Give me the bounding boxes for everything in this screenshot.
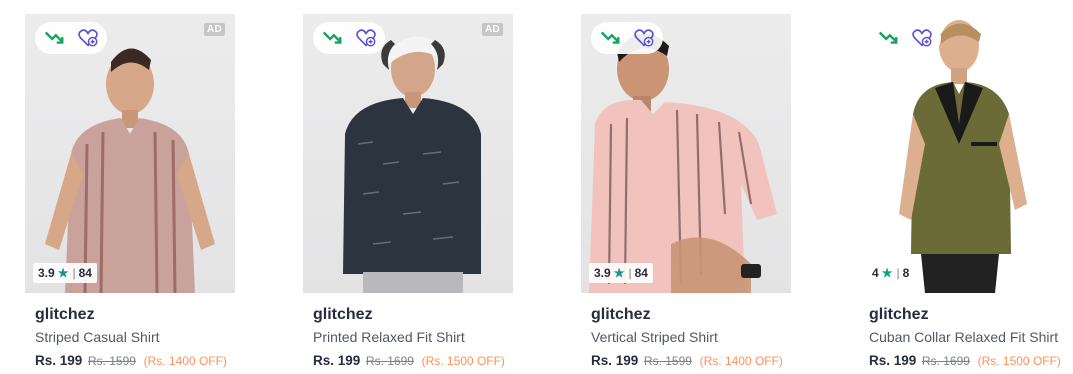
product-name: Vertical Striped Shirt	[591, 329, 718, 345]
product-brand: glitchez	[869, 306, 929, 323]
trending-down-icon	[600, 31, 620, 44]
product-card[interactable]: AD 3.9 ★ | 84 glitchez Striped Casual Sh…	[25, 14, 235, 368]
rating-separator: |	[896, 266, 900, 280]
product-brand: glitchez	[35, 306, 95, 323]
discount: (Rs. 1400 OFF)	[143, 354, 227, 368]
heart-plus-icon	[912, 29, 932, 47]
product-price: Rs. 199 Rs. 1699 (Rs. 1500 OFF)	[869, 353, 1069, 368]
rating-count: 84	[78, 266, 92, 280]
product-image[interactable]: 4 ★ | 8	[859, 14, 1069, 293]
heart-plus-icon	[356, 29, 376, 47]
wishlist-button[interactable]	[905, 22, 939, 54]
discount: (Rs. 1500 OFF)	[421, 354, 505, 368]
heart-plus-icon	[634, 29, 654, 47]
product-name: Cuban Collar Relaxed Fit Shirt	[869, 329, 1059, 345]
price-drop-button[interactable]	[593, 22, 627, 54]
price-drop-button[interactable]	[315, 22, 349, 54]
product-card[interactable]: 4 ★ | 8 glitchez Cuban Collar Relaxed Fi…	[859, 14, 1069, 368]
product-price: Rs. 199 Rs. 1699 (Rs. 1500 OFF)	[313, 353, 513, 368]
heart-plus-icon	[78, 29, 98, 47]
product-image[interactable]: 3.9 ★ | 84	[581, 14, 791, 293]
selling-price: Rs. 199	[591, 353, 639, 368]
wishlist-button[interactable]	[627, 22, 661, 54]
product-image[interactable]: AD 3.9 ★ | 84	[25, 14, 235, 293]
original-price: Rs. 1599	[87, 354, 136, 368]
rating-value: 4	[872, 266, 879, 280]
rating-badge: 3.9 ★ | 84	[33, 263, 97, 283]
star-icon: ★	[881, 266, 893, 280]
original-price: Rs. 1599	[643, 354, 692, 368]
star-icon: ★	[57, 266, 69, 280]
original-price: Rs. 1699	[365, 354, 414, 368]
quick-actions	[869, 22, 941, 54]
trending-down-icon	[44, 31, 64, 44]
selling-price: Rs. 199	[869, 353, 917, 368]
star-icon: ★	[613, 266, 625, 280]
trending-down-icon	[878, 31, 898, 44]
rating-value: 3.9	[594, 266, 611, 280]
product-name: Striped Casual Shirt	[35, 329, 160, 345]
product-price: Rs. 199 Rs. 1599 (Rs. 1400 OFF)	[35, 353, 235, 368]
discount: (Rs. 1400 OFF)	[699, 354, 783, 368]
rating-count: 8	[902, 266, 910, 280]
product-brand: glitchez	[313, 306, 373, 323]
product-photo	[343, 36, 481, 293]
rating-badge: 3.9 ★ | 84	[589, 263, 653, 283]
quick-actions	[35, 22, 107, 54]
price-drop-button[interactable]	[871, 22, 905, 54]
rating-separator: |	[72, 266, 76, 280]
rating-separator: |	[628, 266, 632, 280]
product-photo	[45, 48, 215, 293]
selling-price: Rs. 199	[35, 353, 83, 368]
rating-count: 84	[634, 266, 648, 280]
trending-down-icon	[322, 31, 342, 44]
product-card[interactable]: AD glitchez Printed Relaxed Fit Shirt Rs…	[303, 14, 513, 368]
product-photo	[899, 20, 1027, 293]
product-brand: glitchez	[591, 306, 651, 323]
wishlist-button[interactable]	[71, 22, 105, 54]
rating-badge: 4 ★ | 8	[867, 263, 915, 283]
discount: (Rs. 1500 OFF)	[977, 354, 1061, 368]
product-photo	[589, 33, 777, 293]
price-drop-button[interactable]	[37, 22, 71, 54]
selling-price: Rs. 199	[313, 353, 361, 368]
ad-badge: AD	[203, 23, 225, 36]
product-image[interactable]: AD	[303, 14, 513, 293]
original-price: Rs. 1699	[921, 354, 970, 368]
product-price: Rs. 199 Rs. 1599 (Rs. 1400 OFF)	[591, 353, 791, 368]
product-card[interactable]: 3.9 ★ | 84 glitchez Vertical Striped Shi…	[581, 14, 791, 368]
wishlist-button[interactable]	[349, 22, 383, 54]
ad-badge: AD	[481, 23, 503, 36]
product-name: Printed Relaxed Fit Shirt	[313, 329, 465, 345]
quick-actions	[313, 22, 385, 54]
rating-value: 3.9	[38, 266, 55, 280]
quick-actions	[591, 22, 663, 54]
